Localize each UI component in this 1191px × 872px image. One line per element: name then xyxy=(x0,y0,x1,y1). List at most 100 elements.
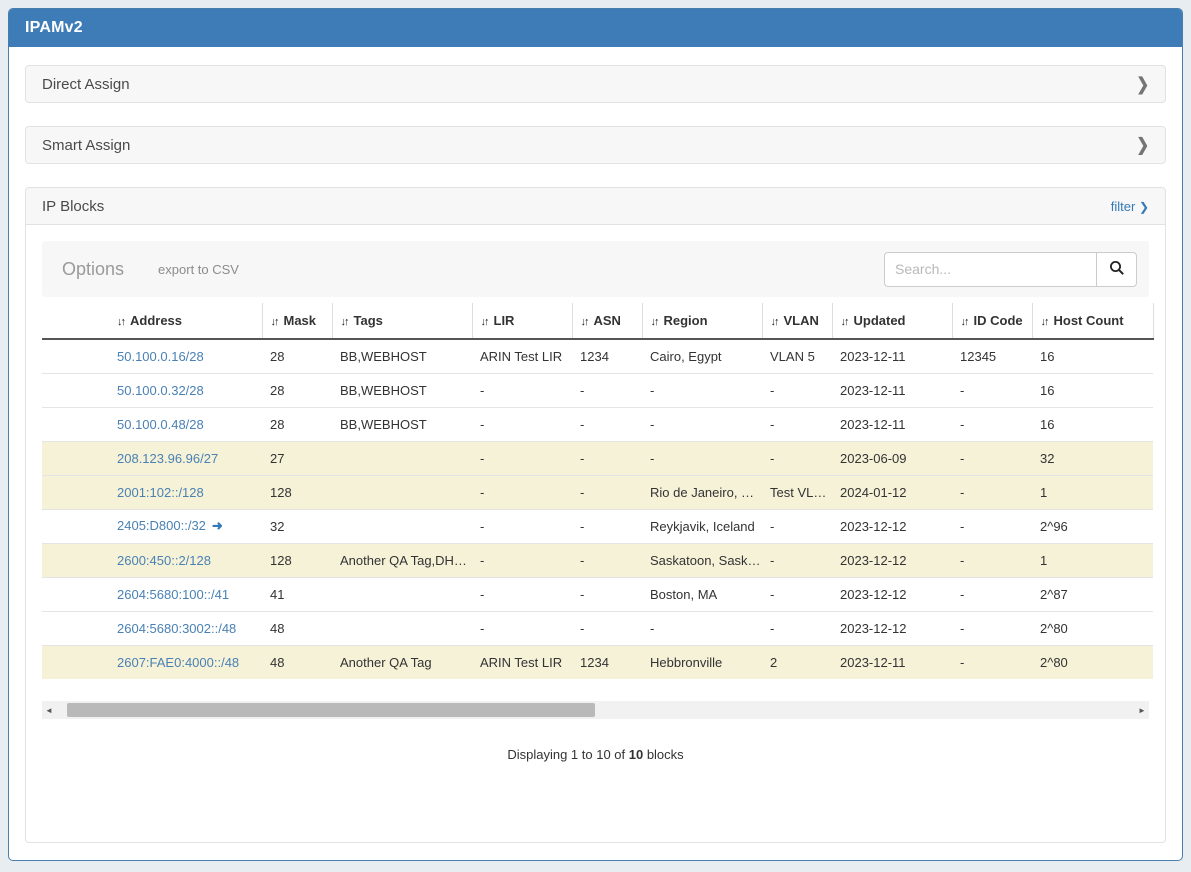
table-row: 2604:5680:100::/4141--Boston, MA-2023-12… xyxy=(42,577,1153,611)
cell-id-code: - xyxy=(952,373,1032,407)
cell-address: 208.123.96.96/27 xyxy=(109,441,262,475)
cell-asn: - xyxy=(572,543,642,577)
address-link[interactable]: 208.123.96.96/27 xyxy=(117,451,218,466)
column-header-id-code[interactable]: ↓↑ID Code xyxy=(952,303,1032,339)
cell-tags xyxy=(332,577,472,611)
cell-id-code: - xyxy=(952,577,1032,611)
scroll-left-icon[interactable]: ◄ xyxy=(42,701,56,719)
cell-vlan: Test VL… xyxy=(762,475,832,509)
sort-icon: ↓↑ xyxy=(341,316,348,328)
cell-host-count: 2^80 xyxy=(1032,611,1153,645)
cell-address: 2405:D800::/32 ➜ xyxy=(109,509,262,543)
sort-icon: ↓↑ xyxy=(581,316,588,328)
cell-vlan: 2 xyxy=(762,645,832,679)
cell-mask: 28 xyxy=(262,407,332,441)
column-header-mask[interactable]: ↓↑Mask xyxy=(262,303,332,339)
cell-asn: - xyxy=(572,509,642,543)
cell-tags: Another QA Tag xyxy=(332,645,472,679)
cell-empty xyxy=(42,475,109,509)
smart-assign-panel[interactable]: Smart Assign ❯ xyxy=(25,126,1166,164)
cell-region: Boston, MA xyxy=(642,577,762,611)
scrollbar-track[interactable] xyxy=(56,701,1135,719)
cell-vlan: - xyxy=(762,407,832,441)
column-header-lir[interactable]: ↓↑LIR xyxy=(472,303,572,339)
sort-icon: ↓↑ xyxy=(771,316,778,328)
address-link[interactable]: 2604:5680:100::/41 xyxy=(117,587,229,602)
column-header-tags[interactable]: ↓↑Tags xyxy=(332,303,472,339)
cell-mask: 27 xyxy=(262,441,332,475)
cell-host-count: 2^96 xyxy=(1032,509,1153,543)
cell-host-count: 16 xyxy=(1032,373,1153,407)
cell-region: Hebbronville xyxy=(642,645,762,679)
column-header-host-count[interactable]: ↓↑Host Count xyxy=(1032,303,1153,339)
cell-lir: - xyxy=(472,577,572,611)
arrow-right-icon[interactable]: ➜ xyxy=(212,518,223,533)
app-header: IPAMv2 xyxy=(9,9,1182,47)
cell-mask: 28 xyxy=(262,339,332,373)
address-link[interactable]: 2607:FAE0:4000::/48 xyxy=(117,655,239,670)
chevron-right-icon[interactable]: ❯ xyxy=(1136,74,1149,95)
address-link[interactable]: 2001:102::/128 xyxy=(117,485,204,500)
address-link[interactable]: 2600:450::2/128 xyxy=(117,553,211,568)
cell-region: Saskatoon, Sask… xyxy=(642,543,762,577)
cell-region: - xyxy=(642,373,762,407)
column-header-empty xyxy=(42,303,109,339)
table-row: 50.100.0.48/2828BB,WEBHOST----2023-12-11… xyxy=(42,407,1153,441)
smart-assign-label: Smart Assign xyxy=(42,137,130,154)
address-link[interactable]: 50.100.0.16/28 xyxy=(117,349,204,364)
cell-updated: 2023-12-11 xyxy=(832,407,952,441)
cell-lir: ARIN Test LIR xyxy=(472,339,572,373)
horizontal-scrollbar[interactable]: ◄ ► xyxy=(42,701,1149,719)
search-button[interactable] xyxy=(1096,252,1137,287)
cell-region: - xyxy=(642,441,762,475)
ip-blocks-table-body: 50.100.0.16/2828BB,WEBHOSTARIN Test LIR1… xyxy=(42,339,1153,679)
address-link[interactable]: 50.100.0.32/28 xyxy=(117,383,204,398)
sort-icon: ↓↑ xyxy=(1041,316,1048,328)
column-header-region[interactable]: ↓↑Region xyxy=(642,303,762,339)
cell-updated: 2023-12-12 xyxy=(832,577,952,611)
column-header-vlan[interactable]: ↓↑VLAN xyxy=(762,303,832,339)
scroll-right-icon[interactable]: ► xyxy=(1135,701,1149,719)
ip-blocks-body: Options export to CSV xyxy=(26,225,1165,842)
column-header-address[interactable]: ↓↑Address xyxy=(109,303,262,339)
cell-host-count: 1 xyxy=(1032,475,1153,509)
export-csv-link[interactable]: export to CSV xyxy=(158,262,239,277)
cell-vlan: - xyxy=(762,441,832,475)
filter-link[interactable]: filter ❯ xyxy=(1111,199,1149,214)
cell-id-code: - xyxy=(952,645,1032,679)
app-card: IPAMv2 Direct Assign ❯ Smart Assign ❯ IP… xyxy=(8,8,1183,861)
cell-region: - xyxy=(642,611,762,645)
table-row: 50.100.0.16/2828BB,WEBHOSTARIN Test LIR1… xyxy=(42,339,1153,373)
cell-updated: 2023-12-11 xyxy=(832,339,952,373)
direct-assign-panel[interactable]: Direct Assign ❯ xyxy=(25,65,1166,103)
column-header-updated[interactable]: ↓↑Updated xyxy=(832,303,952,339)
sort-icon: ↓↑ xyxy=(117,316,124,328)
cell-tags xyxy=(332,509,472,543)
cell-address: 2600:450::2/128 xyxy=(109,543,262,577)
search-icon xyxy=(1109,260,1125,279)
cell-empty xyxy=(42,339,109,373)
cell-host-count: 16 xyxy=(1032,407,1153,441)
cell-address: 2001:102::/128 xyxy=(109,475,262,509)
cell-lir: - xyxy=(472,407,572,441)
cell-address: 50.100.0.16/28 xyxy=(109,339,262,373)
app-content: Direct Assign ❯ Smart Assign ❯ IP Blocks… xyxy=(9,47,1182,843)
cell-empty xyxy=(42,509,109,543)
cell-host-count: 32 xyxy=(1032,441,1153,475)
address-link[interactable]: 2604:5680:3002::/48 xyxy=(117,621,236,636)
address-link[interactable]: 50.100.0.48/28 xyxy=(117,417,204,432)
cell-mask: 28 xyxy=(262,373,332,407)
column-header-asn[interactable]: ↓↑ASN xyxy=(572,303,642,339)
cell-empty xyxy=(42,611,109,645)
cell-id-code: - xyxy=(952,441,1032,475)
cell-asn: - xyxy=(572,407,642,441)
search-input[interactable] xyxy=(884,252,1096,287)
ip-blocks-panel: IP Blocks filter ❯ Options export to CSV xyxy=(25,187,1166,843)
options-bar: Options export to CSV xyxy=(42,241,1149,297)
cell-lir: - xyxy=(472,373,572,407)
cell-updated: 2023-12-11 xyxy=(832,645,952,679)
chevron-right-icon[interactable]: ❯ xyxy=(1136,135,1149,156)
scrollbar-thumb[interactable] xyxy=(67,703,596,717)
address-link[interactable]: 2405:D800::/32 xyxy=(117,518,206,533)
cell-vlan: - xyxy=(762,611,832,645)
